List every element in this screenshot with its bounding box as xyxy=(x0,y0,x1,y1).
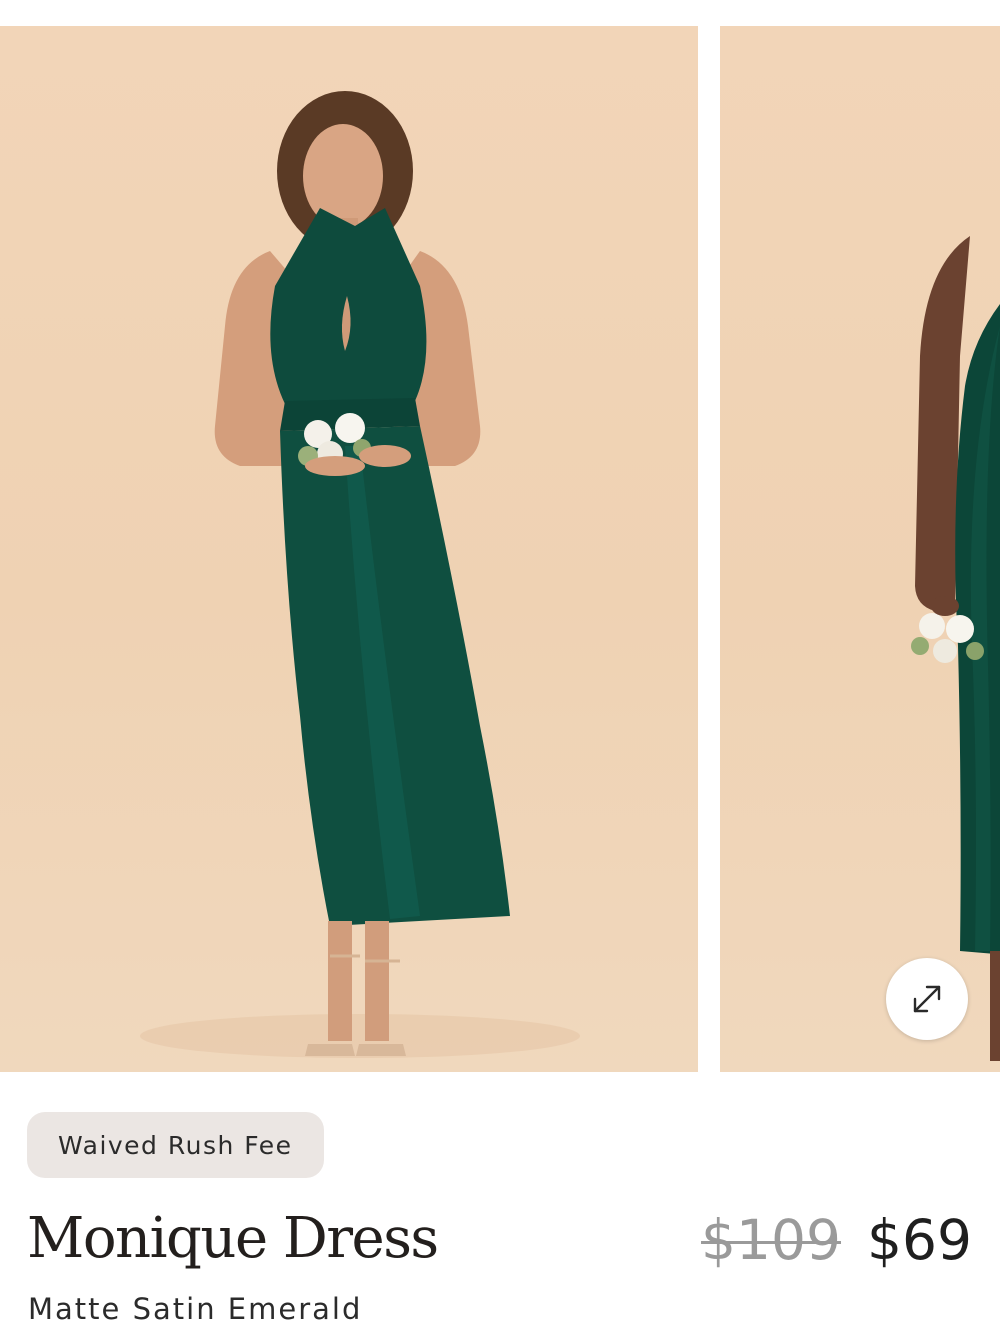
sale-price: $69 xyxy=(867,1208,972,1272)
expand-arrows-icon xyxy=(913,985,941,1013)
original-price: $109 xyxy=(701,1208,842,1272)
price-block: $109 $69 xyxy=(701,1208,972,1272)
product-title: Monique Dress xyxy=(27,1206,439,1271)
model-illustration xyxy=(140,91,580,1058)
expand-image-button[interactable] xyxy=(886,958,968,1040)
product-photo-front[interactable] xyxy=(0,26,698,1072)
model-illustration-side xyxy=(911,236,1000,1061)
product-variant: Matte Satin Emerald xyxy=(28,1292,363,1326)
product-gallery[interactable] xyxy=(0,0,1000,1072)
product-photo-side[interactable] xyxy=(720,26,1000,1072)
rush-fee-badge: Waived Rush Fee xyxy=(27,1112,324,1178)
